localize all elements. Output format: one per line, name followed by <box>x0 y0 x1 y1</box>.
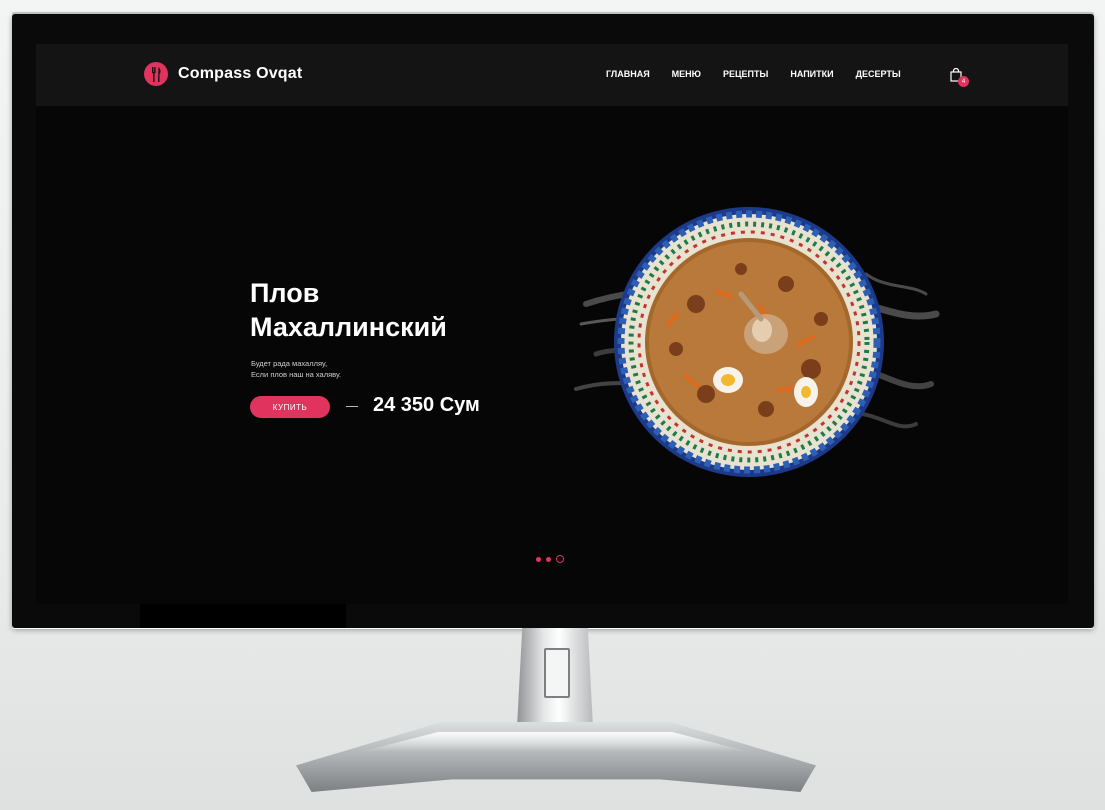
slider-dot-1[interactable] <box>536 556 541 562</box>
hero-subtitle-line-1: Будет рада махалляу, <box>251 359 328 368</box>
nav-item-menu[interactable]: Меню <box>672 69 701 79</box>
nav-item-drinks[interactable]: Напитки <box>790 69 833 79</box>
product-price: 24 350 Сум <box>373 394 480 416</box>
main-nav: Главная Меню Рецепты Напитки Десерты <box>606 64 923 82</box>
slider-pagination <box>536 555 564 563</box>
fork-knife-icon[interactable] <box>144 62 168 86</box>
hero-title: Плов Махаллинский <box>250 276 550 344</box>
site-header: Compass Ovqat Главная Меню Рецепты Напит… <box>36 44 1068 106</box>
brand-name[interactable]: Compass Ovqat <box>178 65 302 83</box>
slider-dot-2[interactable] <box>546 556 551 562</box>
slider-dot-3-active[interactable] <box>556 555 564 563</box>
hero-title-line-1: Плов <box>250 278 320 308</box>
monitor-stand-slot <box>544 648 570 698</box>
nav-item-desserts[interactable]: Десерты <box>856 69 901 79</box>
hero-subtitle: Будет рада махалляу, Если плов наш на ха… <box>251 358 411 380</box>
nav-item-home[interactable]: Главная <box>606 64 650 82</box>
hero-subtitle-line-2: Если плов наш на халяву. <box>251 370 342 379</box>
price-divider <box>346 406 358 407</box>
monitor-chin-strip <box>140 604 346 628</box>
hero-title-line-2: Махаллинский <box>250 312 447 342</box>
website-screen: Compass Ovqat Главная Меню Рецепты Напит… <box>36 44 1068 604</box>
plov-dish-image <box>574 207 940 477</box>
buy-button[interactable]: Купить <box>250 396 330 418</box>
nav-item-recipes[interactable]: Рецепты <box>723 69 768 79</box>
cart-count-badge: 4 <box>958 76 969 87</box>
